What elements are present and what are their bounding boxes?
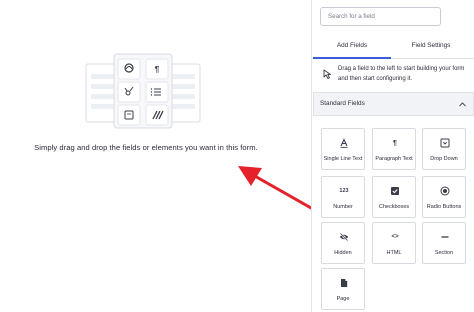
field-tile-paragraph-text[interactable]: ¶ Paragraph Text [372,128,416,170]
fields-sidebar: Add Fields Field Settings Drag a field t… [311,0,474,312]
field-tile-label: Single Line Text [323,156,363,162]
field-tile-label: Checkboxes [378,204,410,210]
standard-fields-header[interactable]: Standard Fields [313,92,474,116]
checkbox-icon [390,186,400,196]
field-tile-html[interactable]: <> HTML [372,222,416,264]
field-tile-drop-down[interactable]: Drop Down [422,128,466,170]
field-tile-label: Section [434,250,454,256]
field-tile-label: HTML [386,250,402,256]
field-tile-label: Radio Buttons [426,204,462,210]
page-icon [339,278,349,288]
tab-add-fields[interactable]: Add Fields [313,37,391,59]
field-tile-page[interactable]: Page [321,268,365,310]
section-title: Standard Fields [320,100,365,107]
paragraph-icon: ¶ [393,139,397,147]
field-tile-number[interactable]: 123 Number [321,176,365,218]
field-tile-hidden[interactable]: Hidden [321,222,365,264]
drag-instructions-text: Drag a field to the left to start buildi… [338,66,465,82]
svg-text:¶: ¶ [155,65,160,74]
radio-icon [440,186,450,196]
field-tile-label: Number [333,204,353,210]
field-tile-label: Page [336,296,350,302]
text-a-icon [339,138,349,148]
chevron-up-icon [459,102,466,107]
field-tile-label: Drop Down [430,156,458,162]
form-canvas[interactable]: ¶ Simply drag and drop the fields or ele… [0,0,311,312]
dropdown-icon [440,138,450,148]
field-tile-section[interactable]: Section [422,222,466,264]
empty-form-illustration: ¶ [85,53,201,129]
field-search-input[interactable] [320,7,441,26]
tab-field-settings[interactable]: Field Settings [392,37,470,59]
section-line-icon [440,232,450,242]
code-icon: <> [391,234,399,240]
drag-drop-hint: Simply drag and drop the fields or eleme… [34,143,258,152]
eye-slash-icon [339,232,349,242]
sidebar-tabs: Add Fields Field Settings [312,37,474,59]
field-tile-label: Hidden [334,250,352,256]
cursor-pointer-icon [323,69,331,79]
number-icon: 123 [339,188,349,194]
red-arrow-annotation [238,166,311,210]
field-tile-single-line-text[interactable]: Single Line Text [321,128,365,170]
field-tile-radio-buttons[interactable]: Radio Buttons [422,176,466,218]
field-tile-label: Paragraph Text [375,156,413,162]
field-tile-checkboxes[interactable]: Checkboxes [372,176,416,218]
